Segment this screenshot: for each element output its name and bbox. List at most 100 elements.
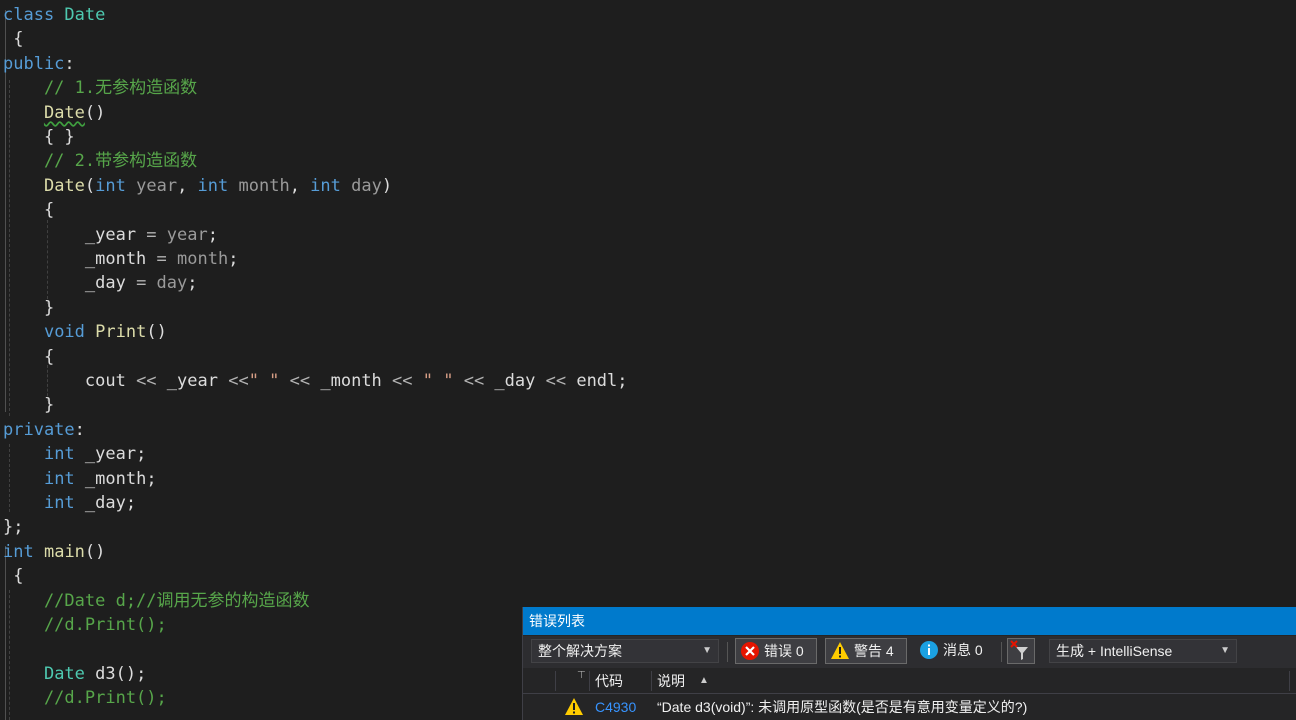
code-token: int [43, 468, 75, 489]
code-line: void Print() [3, 320, 167, 344]
code-token: << [289, 371, 311, 391]
column-divider [555, 671, 556, 691]
code-token: = [125, 273, 157, 294]
clear-filter-button[interactable] [1007, 638, 1035, 664]
code-token: _year [156, 371, 229, 391]
code-column-header[interactable]: 代码 [595, 668, 651, 694]
code-token: class [3, 5, 65, 25]
warnings-count-label: 警告 4 [854, 643, 894, 659]
code-line: int _day; [3, 491, 136, 515]
code-token: _month; [74, 468, 157, 489]
code-line: // 1.无参构造函数 [3, 76, 197, 100]
code-token: << [463, 371, 485, 391]
error-list-panel[interactable]: 错误列表 整个解决方案 ▼ 错误 0 警告 4 消息 0 生成 + Intell… [522, 607, 1296, 720]
column-divider [1289, 671, 1290, 691]
code-token: _month [310, 371, 393, 391]
code-line: { [3, 564, 23, 588]
code-token: year [166, 224, 208, 245]
code-token: ; [207, 224, 218, 245]
code-token: _day [484, 371, 546, 391]
code-token: int [95, 175, 126, 196]
description-column-header[interactable]: 说明 [657, 668, 697, 694]
code-token: int [197, 175, 229, 196]
build-source-dropdown[interactable]: 生成 + IntelliSense ▼ [1049, 639, 1237, 663]
code-line: }; [3, 515, 23, 539]
scope-dropdown[interactable]: 整个解决方案 ▼ [531, 639, 719, 663]
chevron-down-icon: ▼ [1220, 645, 1230, 656]
code-token: int [3, 541, 34, 562]
code-token: //d.Print(); [3, 688, 167, 709]
code-token: main [43, 541, 85, 562]
filter-clear-icon [1010, 640, 1028, 660]
code-token: // 1.无参构造函数 [3, 78, 198, 99]
code-line: //Date d;//调用无参的构造函数 [3, 589, 310, 613]
code-token: () [84, 541, 106, 562]
code-token: , [289, 175, 311, 196]
code-token: << [228, 371, 249, 391]
error-list-title[interactable]: 错误列表 [523, 607, 1296, 635]
code-line: } [3, 393, 54, 417]
table-row[interactable]: C4930 “Date d3(void)”: 未调用原型函数(是否是有意用变量定… [523, 695, 1296, 720]
warnings-filter-button[interactable]: 警告 4 [825, 638, 907, 664]
code-token: Print [95, 322, 147, 343]
code-line: class Date [3, 3, 105, 27]
code-line: int _year; [3, 442, 146, 466]
code-token: : [64, 53, 75, 74]
code-token: << [545, 371, 567, 391]
code-token: << [136, 371, 157, 391]
code-line: Date d3(); [3, 662, 146, 686]
row-code-link[interactable]: C4930 [595, 695, 636, 720]
code-token: Date [64, 5, 106, 25]
code-token: //Date d;//调用无参的构造函数 [3, 590, 310, 611]
code-token: ; [187, 273, 198, 294]
scope-dropdown-value: 整个解决方案 [538, 643, 622, 659]
code-token: _month [3, 249, 147, 269]
warning-icon [831, 642, 849, 659]
code-line: int main() [3, 540, 105, 564]
code-token: } [3, 395, 55, 416]
code-token: }; [3, 517, 24, 538]
info-icon [920, 641, 938, 659]
code-token: day [156, 273, 188, 294]
code-token: () [146, 322, 167, 343]
code-token: " " [412, 371, 464, 391]
code-token: month [177, 249, 229, 269]
code-token: } [3, 297, 55, 318]
errors-count-label: 错误 0 [764, 643, 804, 659]
code-token: int [43, 444, 75, 465]
code-line: //d.Print(); [3, 613, 167, 637]
code-token: { } [3, 127, 75, 147]
code-token: ( [84, 175, 96, 196]
code-token: { [3, 346, 55, 367]
column-divider [651, 671, 652, 691]
code-line: //d.Print(); [3, 686, 167, 710]
errors-filter-button[interactable]: 错误 0 [735, 638, 817, 664]
code-token: endl; [566, 371, 628, 391]
code-token: () [84, 102, 106, 123]
code-line: Date() [3, 101, 105, 125]
code-token: ) [381, 175, 393, 196]
row-description: “Date d3(void)”: 未调用原型函数(是否是有意用变量定义的?) [657, 699, 1028, 715]
code-token: _year; [74, 444, 147, 465]
code-token: = [136, 224, 167, 245]
code-token: year [125, 175, 178, 196]
code-line: private: [3, 418, 85, 442]
toolbar-divider [1001, 642, 1002, 662]
code-token: day [340, 175, 382, 196]
code-token: Date [43, 175, 85, 196]
code-token: ; [228, 249, 239, 269]
code-token: private [3, 419, 75, 440]
code-token: { [3, 200, 55, 221]
code-token: cout [3, 371, 137, 391]
error-icon [741, 642, 759, 660]
code-token: void [43, 322, 85, 343]
code-line: public: [3, 52, 75, 76]
column-chooser-icon[interactable]: ⊤ [577, 668, 589, 694]
code-token: { [3, 566, 24, 587]
warning-icon [565, 698, 583, 715]
